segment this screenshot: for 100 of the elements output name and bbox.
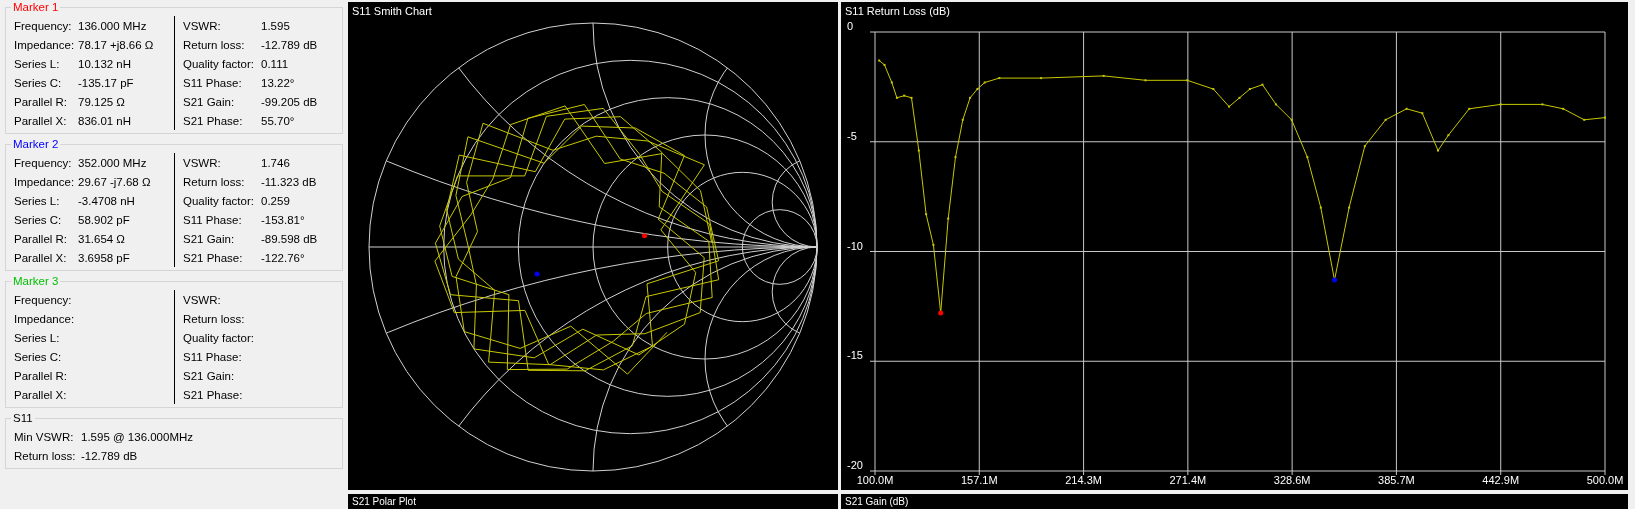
field-label: Parallel R: [14,369,69,382]
field-label: Impedance: [14,175,76,188]
field-value: -11.323 dB [261,175,317,188]
field-label: Parallel R: [14,95,69,108]
field-value: 0.259 [261,194,290,207]
data-point [983,81,986,84]
data-point [1306,156,1309,159]
data-point [883,63,886,66]
marker-dot [938,310,944,316]
field-value: 352.000 MHz [78,156,147,169]
field-label: Series L: [14,194,61,207]
field-value: 31.654 Ω [78,232,125,245]
panel-title: S21 Gain (dB) [844,496,909,507]
field-label: Min VSWR: [14,430,75,443]
axis-tick-label: 157.1M [960,474,998,486]
data-point [1144,79,1147,82]
data-point [1405,107,1408,110]
field-label: S21 Gain: [183,369,236,382]
group-title: Marker 3 [12,274,60,288]
axis-tick-label: -20 [847,459,863,471]
field-value: 136.000 MHz [78,19,147,32]
field-label: Impedance: [14,38,76,51]
field-value: 29.67 -j7.68 Ω [78,175,151,188]
field-value: 55.70° [261,114,295,127]
field-value: -12.789 dB [261,38,318,51]
data-point [895,96,898,99]
marker-dot [1332,277,1338,283]
data-point [903,94,906,97]
field-label: Frequency: [14,156,73,169]
field-label: S21 Gain: [183,95,236,108]
field-label: Parallel X: [14,388,68,401]
field-label: Quality factor: [183,331,255,344]
field-label: Quality factor: [183,57,255,70]
field-label: Parallel X: [14,251,68,264]
data-point [925,213,928,216]
field-value: 58.902 pF [78,213,130,226]
field-label: Series C: [14,76,63,89]
data-point [1363,145,1366,148]
field-value: 1.595 @ 136.000MHz [81,430,194,443]
axis-tick-label: -10 [847,239,863,252]
data-point [961,118,964,121]
data-point [1384,118,1387,121]
data-point [947,217,950,220]
data-point [1541,103,1544,106]
data-point [1186,79,1189,82]
field-value: 1.595 [261,19,290,32]
data-point [1348,206,1351,209]
data-point [1040,77,1043,80]
field-label: Impedance: [14,312,76,325]
field-label: Series L: [14,331,61,344]
data-point [1238,96,1241,99]
field-label: Parallel X: [14,114,68,127]
group-title: Marker 2 [12,137,60,151]
field-value: -3.4708 nH [78,194,135,207]
data-point [1583,118,1586,121]
axis-tick-label: 271.4M [1169,474,1207,486]
data-point [1261,83,1264,86]
field-label: Frequency: [14,19,73,32]
field-label: S11 Phase: [183,76,243,89]
field-value: -99.205 dB [261,95,318,108]
data-point [932,243,935,246]
field-value: -153.81° [261,213,305,226]
field-label: Return loss: [183,38,246,51]
field-label: S21 Phase: [183,388,244,401]
field-value: -12.789 dB [81,449,138,462]
data-point [998,77,1001,80]
field-value: -135.17 pF [78,76,134,89]
field-label: S11 Phase: [183,350,243,363]
field-value: 13.22° [261,76,295,89]
panel-title: S11 Return Loss (dB) [845,5,950,17]
axis-tick-label: 100.0M [856,474,894,486]
field-value: 836.01 nH [78,114,132,127]
data-point [910,96,913,99]
marker-dot [534,271,540,277]
data-point [1447,134,1450,137]
field-value: 10.132 nH [78,57,132,70]
field-value: 3.6958 pF [78,251,130,264]
axis-tick-label: 214.3M [1065,474,1102,486]
field-label: VSWR: [183,293,222,306]
data-point [878,59,881,62]
data-point [1274,103,1277,106]
field-label: Series C: [14,213,63,226]
axis-tick-label: 385.7M [1378,474,1415,486]
data-point [976,88,979,91]
marker-dot [642,233,647,239]
field-value: 1.746 [261,156,290,169]
axis-tick-label: -5 [847,129,857,142]
data-point [1248,88,1251,91]
panel-title: S21 Polar Plot [351,496,416,507]
field-label: S21 Phase: [183,114,244,127]
data-point [1102,74,1105,77]
panel-title: S11 Smith Chart [352,5,432,17]
axis-tick-label: 500.0M [1586,474,1624,486]
data-point [1212,88,1215,91]
field-value: -89.598 dB [261,232,318,245]
data-point [890,81,893,84]
data-point [1499,103,1502,106]
data-point [1228,105,1231,108]
field-label: Return loss: [183,175,246,188]
field-label: Parallel R: [14,232,69,245]
